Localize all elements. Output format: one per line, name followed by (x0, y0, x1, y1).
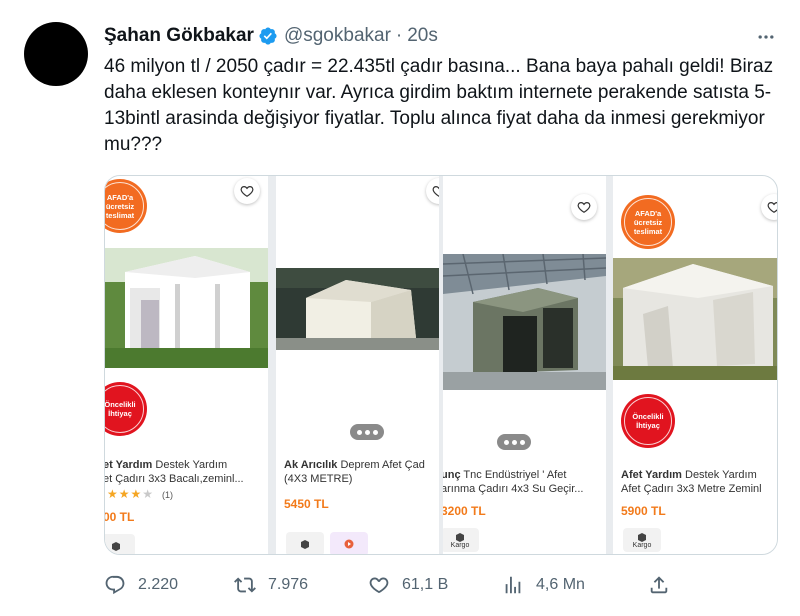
product-price: 5900 TL (621, 504, 666, 518)
heart-icon (432, 186, 439, 197)
heart-icon (240, 186, 254, 197)
shipping-chip: Kargo (443, 528, 479, 552)
product-title-line-2: arınma Çadırı 4x3 Su Geçir... (443, 483, 584, 495)
reply-icon (105, 575, 125, 595)
product-image (443, 254, 606, 390)
shipping-chip: Kargo (623, 528, 661, 552)
product-title-line-2: Afet Çadırı 3x3 Metre Zeminl (621, 483, 762, 495)
author-avatar[interactable] (24, 22, 88, 86)
like-icon (369, 577, 389, 594)
box-chip (286, 532, 324, 554)
box-icon (638, 532, 646, 542)
views-count: 4,6 Mn (536, 576, 585, 593)
box-icon (112, 542, 120, 551)
more-icon (758, 35, 774, 39)
favorite-button[interactable] (761, 194, 777, 220)
product-image (613, 258, 777, 380)
product-title-line-1: unç Tnc Endüstriyel ' Afet (443, 469, 567, 481)
product-card[interactable]: AFAD'a ücretsiz teslimat Öncelikli İhtiy… (105, 176, 268, 554)
priority-need-badge: Öncelikli İhtiyaç (621, 394, 675, 448)
product-card[interactable]: unç Tnc Endüstriyel ' Afet arınma Çadırı… (443, 176, 606, 554)
image-more-indicator (350, 424, 384, 440)
like-button[interactable]: 61,1 B (368, 570, 448, 600)
reply-button[interactable]: 2.220 (104, 570, 178, 600)
views-button[interactable]: 4,6 Mn (502, 570, 585, 600)
product-rating: ★★★★ (1) (107, 487, 174, 501)
more-options-button[interactable] (752, 26, 780, 48)
retweet-icon (234, 577, 256, 593)
product-card[interactable]: AFAD'a ücretsiz teslimat Öncelikli İhtiy… (613, 176, 777, 554)
product-image (105, 248, 268, 368)
heart-icon (577, 202, 591, 213)
box-chip (105, 534, 135, 554)
priority-need-badge: Öncelikli İhtiyaç (105, 382, 147, 436)
author-handle[interactable]: @sgokbakar (284, 25, 391, 47)
afad-delivery-badge: AFAD'a ücretsiz teslimat (621, 195, 675, 249)
author-name[interactable]: Şahan Gökbakar (104, 25, 254, 47)
heart-icon (767, 202, 777, 213)
product-title-line-1: Ak Arıcılık Deprem Afet Çad (284, 459, 425, 471)
product-price: 3200 TL (443, 504, 486, 518)
box-icon (456, 532, 464, 542)
product-price: 5450 TL (284, 497, 329, 511)
like-count: 61,1 B (402, 576, 449, 593)
tweet-actions: 2.220 7.976 61,1 B 4,6 Mn (104, 570, 674, 600)
product-title-line-2: et Çadırı 3x3 Bacalı,zeminl... (105, 473, 244, 485)
video-chip (330, 532, 368, 554)
product-image (276, 268, 439, 350)
afad-delivery-badge: AFAD'a ücretsiz teslimat (105, 179, 147, 233)
play-icon (344, 539, 354, 549)
box-icon (301, 540, 309, 549)
share-icon (650, 576, 668, 594)
separator-dot: · (395, 25, 403, 46)
views-icon (505, 576, 521, 594)
product-title-line-1: et Yardım Destek Yardım (105, 459, 228, 471)
retweet-button[interactable]: 7.976 (234, 570, 308, 600)
verified-badge-icon (259, 27, 277, 45)
product-price: 00 TL (105, 510, 135, 524)
favorite-button[interactable] (234, 178, 260, 204)
product-card[interactable]: Ak Arıcılık Deprem Afet Çad (4X3 METRE) … (276, 176, 439, 554)
product-title-line-2: (4X3 METRE) (284, 473, 353, 485)
tweet-header: Şahan Gökbakar @sgokbakar · 20s (104, 24, 438, 48)
retweet-count: 7.976 (268, 576, 309, 593)
product-title-line-1: Afet Yardım Destek Yardım (621, 469, 757, 481)
favorite-button[interactable] (426, 178, 439, 204)
reply-count: 2.220 (138, 576, 179, 593)
tweet-time[interactable]: 20s (407, 25, 438, 47)
image-more-indicator (497, 434, 531, 450)
media-carousel[interactable]: AFAD'a ücretsiz teslimat Öncelikli İhtiy… (104, 175, 778, 555)
share-button[interactable] (648, 570, 670, 600)
favorite-button[interactable] (571, 194, 597, 220)
tweet-text: 46 milyon tl / 2050 çadır = 22.435tl çad… (104, 56, 779, 155)
